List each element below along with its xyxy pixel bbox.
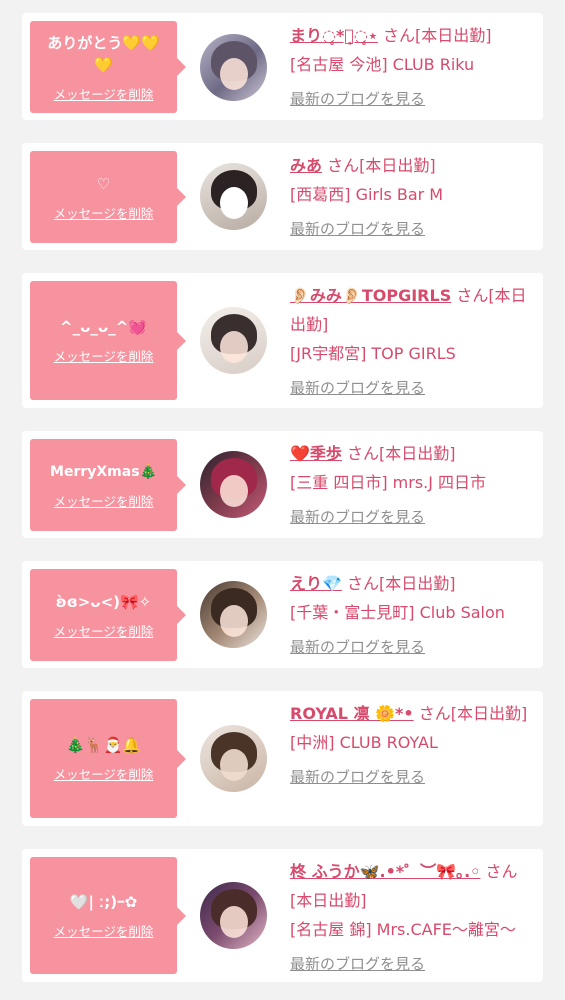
shop-name: [千葉・富士見町] Club Salon	[290, 603, 505, 622]
message-bubble: ありがとう💛💛💛 メッセージを削除	[30, 21, 186, 113]
avatar[interactable]	[200, 725, 267, 792]
message-bubble: ^_ᴗ_ᴗ_^💓 メッセージを削除	[30, 281, 186, 400]
shop-name: [西葛西] Girls Bar M	[290, 185, 444, 204]
cast-name-link[interactable]: みあ	[290, 156, 322, 175]
avatar[interactable]	[200, 581, 267, 648]
shop-name: [名古屋 錦] Mrs.CAFE〜離宮〜	[290, 920, 516, 939]
attendance-status: さん[本日出勤]	[347, 444, 456, 463]
avatar[interactable]	[200, 307, 267, 374]
attendance-status: さん[本日出勤]	[383, 26, 492, 45]
delete-message-link[interactable]: メッセージを削除	[54, 491, 154, 510]
delete-message-link[interactable]: メッセージを削除	[54, 764, 154, 783]
cast-name-link[interactable]: 👂🏻みみ👂🏻TOPGIRLS	[290, 286, 451, 305]
latest-blog-link[interactable]: 最新のブログを見る	[290, 503, 536, 532]
list-item: 🤍| ː;)ｰ✿ メッセージを削除 柊 ふうか🦋.•*゜︶🎀｡.◦ さん[本日出…	[22, 849, 543, 982]
message-bubble: ♡ メッセージを削除	[30, 151, 186, 243]
message-text: 🎄🦌🎅🔔	[66, 736, 141, 754]
avatar[interactable]	[200, 882, 267, 949]
list-item: MerryXmas🎄 メッセージを削除 ❤️季歩 さん[本日出勤] [三重 四日…	[22, 431, 543, 538]
delete-message-link[interactable]: メッセージを削除	[54, 346, 154, 365]
list-item: ʚ̀ɞ>ᴗ<)🎀✧ メッセージを削除 えり💎 さん[本日出勤] [千葉・富士見町…	[22, 561, 543, 668]
cast-name-link[interactable]: えり💎	[290, 574, 342, 593]
list-item: 🎄🦌🎅🔔 メッセージを削除 ROYAL 凛 🌼*• さん[本日出勤] [中洲] …	[22, 691, 543, 826]
message-text: ʚ̀ɞ>ᴗ<)🎀✧	[55, 592, 152, 611]
cast-name-link[interactable]: ❤️季歩	[290, 444, 342, 463]
cast-name-link[interactable]: ROYAL 凛 🌼*•	[290, 704, 414, 723]
attendance-status: さん[本日出勤]	[347, 574, 456, 593]
delete-message-link[interactable]: メッセージを削除	[54, 84, 154, 103]
shop-name: [名古屋 今池] CLUB Riku	[290, 55, 475, 74]
shop-name: [中洲] CLUB ROYAL	[290, 733, 438, 752]
greeting-message-list: ありがとう💛💛💛 メッセージを削除 まり◌̥*⃝̣◌̥⋆ さん[本日出勤] [名…	[0, 0, 565, 1000]
cast-name-link[interactable]: まり◌̥*⃝̣◌̥⋆	[290, 26, 378, 45]
latest-blog-link[interactable]: 最新のブログを見る	[290, 763, 536, 792]
message-bubble: 🎄🦌🎅🔔 メッセージを削除	[30, 699, 186, 818]
avatar[interactable]	[200, 163, 267, 230]
attendance-status: さん[本日出勤]	[418, 704, 528, 723]
message-text: ありがとう💛💛💛	[47, 33, 160, 74]
latest-blog-link[interactable]: 最新のブログを見る	[290, 950, 536, 979]
list-item: ♡ メッセージを削除 みあ さん[本日出勤] [西葛西] Girls Bar M…	[22, 143, 543, 250]
attendance-status: さん[本日出勤]	[327, 156, 436, 175]
avatar[interactable]	[200, 451, 267, 518]
message-bubble: MerryXmas🎄 メッセージを削除	[30, 439, 186, 531]
shop-name: [JR宇都宮] TOP GIRLS	[290, 344, 456, 363]
message-text: MerryXmas🎄	[50, 463, 157, 480]
latest-blog-link[interactable]: 最新のブログを見る	[290, 374, 536, 403]
delete-message-link[interactable]: メッセージを削除	[54, 621, 154, 640]
message-text: 🤍| ː;)ｰ✿	[69, 893, 138, 911]
message-text: ♡	[96, 174, 111, 193]
message-bubble: 🤍| ː;)ｰ✿ メッセージを削除	[30, 857, 186, 974]
latest-blog-link[interactable]: 最新のブログを見る	[290, 85, 536, 114]
message-bubble: ʚ̀ɞ>ᴗ<)🎀✧ メッセージを削除	[30, 569, 186, 661]
list-item: ^_ᴗ_ᴗ_^💓 メッセージを削除 👂🏻みみ👂🏻TOPGIRLS さん[本日出勤…	[22, 273, 543, 408]
latest-blog-link[interactable]: 最新のブログを見る	[290, 215, 536, 244]
list-item: ありがとう💛💛💛 メッセージを削除 まり◌̥*⃝̣◌̥⋆ さん[本日出勤] [名…	[22, 13, 543, 120]
latest-blog-link[interactable]: 最新のブログを見る	[290, 633, 536, 662]
delete-message-link[interactable]: メッセージを削除	[54, 921, 154, 940]
delete-message-link[interactable]: メッセージを削除	[54, 203, 154, 222]
shop-name: [三重 四日市] mrs.J 四日市	[290, 473, 487, 492]
avatar[interactable]	[200, 34, 267, 101]
message-text: ^_ᴗ_ᴗ_^💓	[60, 318, 147, 336]
cast-name-link[interactable]: 柊 ふうか🦋.•*゜︶🎀｡.◦	[290, 862, 480, 881]
